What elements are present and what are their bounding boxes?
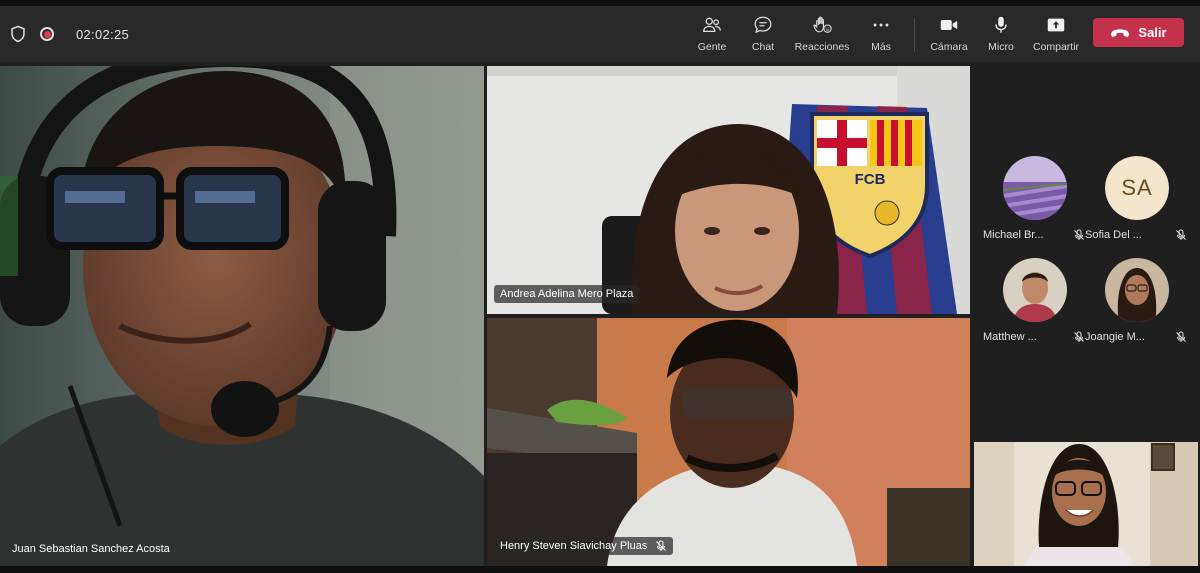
reactions-button[interactable]: Reacciones [792,10,852,60]
participant-name-tag: Juan Sebastian Sanchez Acosta [6,540,176,558]
meeting-timer: 02:02:25 [76,26,130,42]
meeting-toolbar: 02:02:25 Gente Chat Reacciones Más Cámar… [0,6,1200,62]
chat-label: Chat [751,41,775,53]
more-icon [873,23,889,27]
video-tile-andrea[interactable]: FCB Andrea Adelina Mero Plaza [487,66,970,314]
recording-icon [40,27,54,41]
video-tile-henry[interactable]: Henry Steven Siavichay Pluas [487,318,970,566]
shield-icon[interactable] [10,25,26,43]
avatar [1105,258,1169,322]
people-icon [703,17,721,33]
leave-label: Salir [1138,25,1167,40]
people-button[interactable]: Gente [693,10,731,60]
roster-item-joangie[interactable]: Joangie M... [1085,258,1189,353]
microphone-label: Micro [988,41,1014,53]
more-label: Más [871,41,891,53]
microphone-muted-icon [656,540,667,551]
participant-video [487,318,970,566]
participant-name-tag: Henry Steven Siavichay Pluas [494,537,674,555]
microphone-muted-icon [1176,229,1186,240]
microphone-button[interactable]: Micro [985,10,1017,60]
svg-text:FCB: FCB [855,171,886,188]
microphone-muted-icon [1074,229,1084,240]
video-tile-juan[interactable]: Juan Sebastian Sanchez Acosta [0,66,484,566]
meeting-status: 02:02:25 [10,6,129,62]
share-label: Compartir [1032,41,1080,53]
leave-button[interactable]: Salir [1093,18,1184,47]
microphone-icon [995,16,1007,33]
avatar [1003,156,1067,220]
camera-icon [940,19,958,31]
roster-item-michael[interactable]: Michael Br... [983,156,1087,251]
chat-button[interactable]: Chat [746,10,780,60]
roster-name: Joangie M... [1085,331,1145,343]
camera-button[interactable]: Cámara [928,10,970,60]
microphone-muted-icon [1074,331,1084,342]
avatar-initials: SA [1105,156,1169,220]
raise-hand-icon [813,16,832,33]
window-bottom-strip [0,566,1200,573]
participant-name: Andrea Adelina Mero Plaza [500,288,634,300]
camera-label: Cámara [930,41,968,53]
participant-video [0,66,484,566]
participant-name: Henry Steven Siavichay Pluas [500,540,648,552]
share-screen-icon [1047,18,1065,32]
roster-item-matthew[interactable]: Matthew ... [983,258,1087,353]
toolbar-divider [914,18,915,52]
participant-name-tag: Andrea Adelina Mero Plaza [494,285,640,303]
chat-icon [754,16,772,34]
reactions-label: Reacciones [794,41,850,53]
more-button[interactable]: Más [865,10,897,60]
self-view-video[interactable] [974,442,1198,566]
roster-name: Matthew ... [983,331,1037,343]
share-button[interactable]: Compartir [1030,10,1082,60]
participant-video: FCB [487,66,970,314]
roster-name: Michael Br... [983,229,1044,241]
people-label: Gente [697,41,727,53]
avatar: SA [1105,156,1169,220]
avatar [1003,258,1067,322]
participant-name: Juan Sebastian Sanchez Acosta [12,543,170,555]
self-video [974,442,1198,566]
microphone-muted-icon [1176,331,1186,342]
roster-name: Sofia Del ... [1085,229,1142,241]
hang-up-icon [1111,28,1130,37]
roster-item-sofia[interactable]: SA Sofia Del ... [1085,156,1189,251]
